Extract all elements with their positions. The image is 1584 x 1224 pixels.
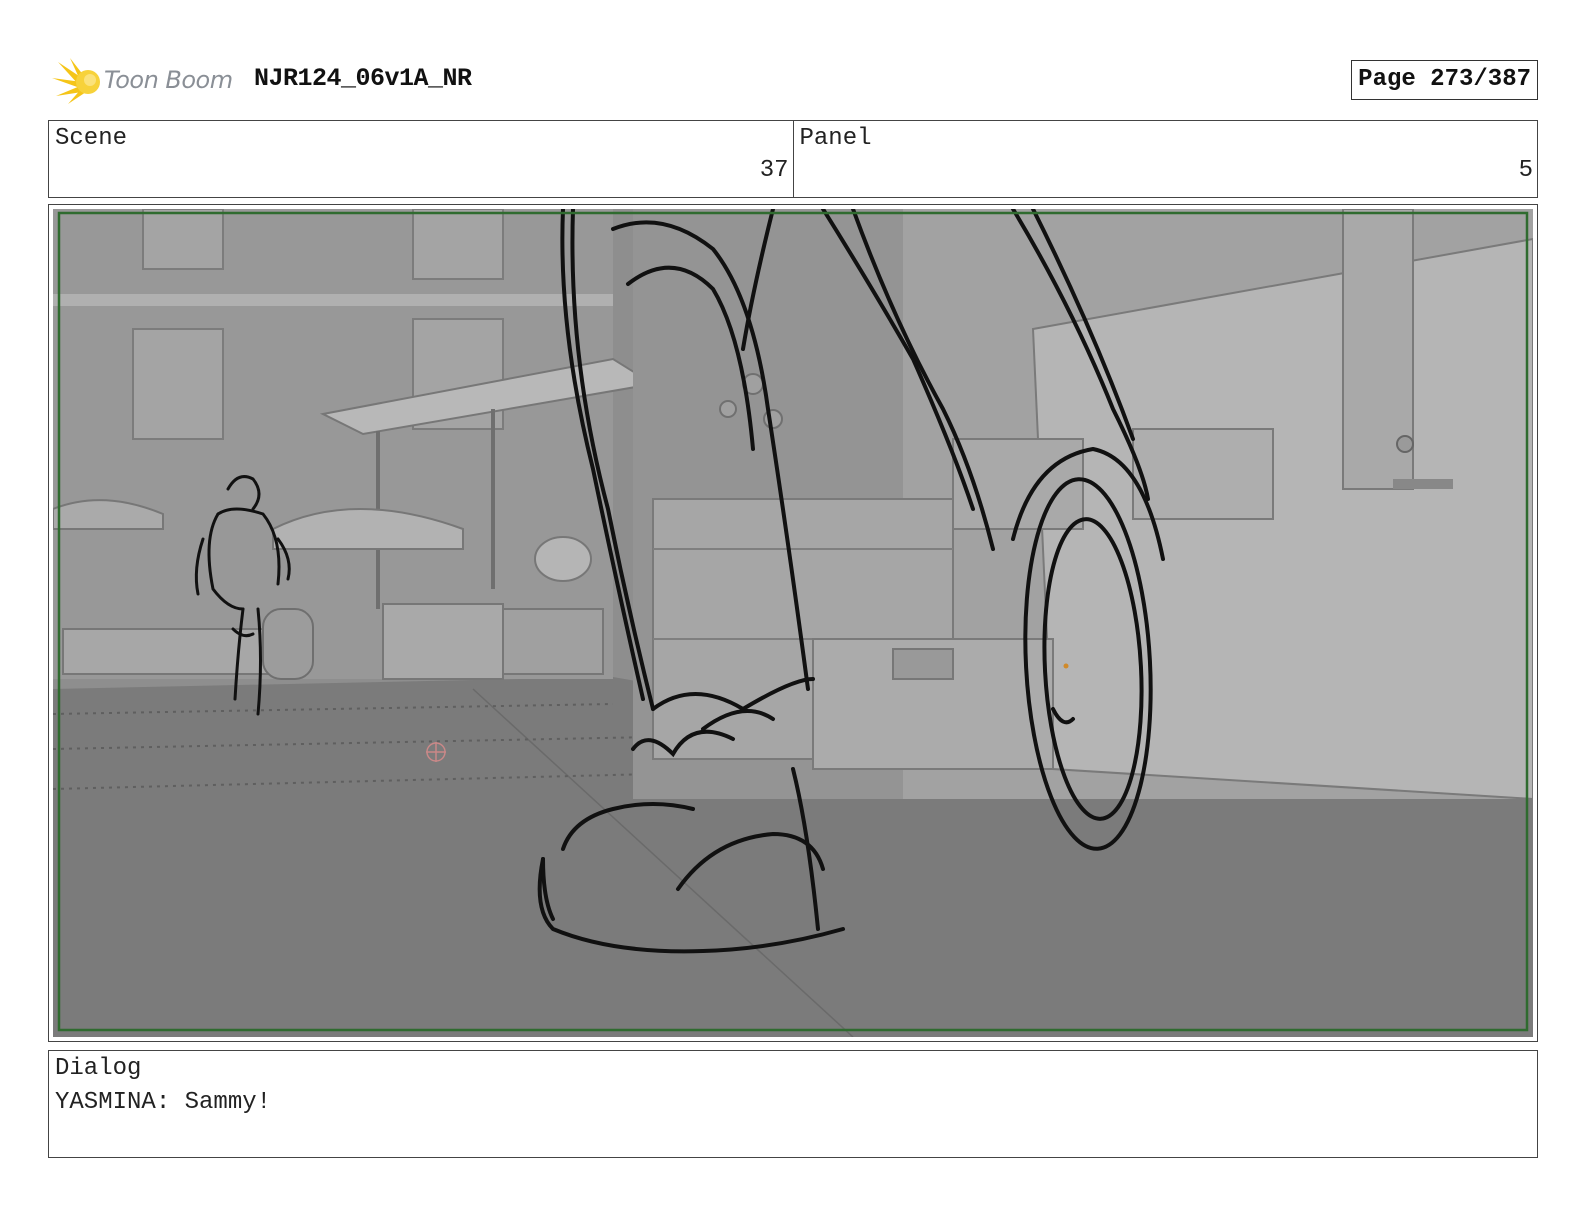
scene-label: Scene bbox=[55, 125, 128, 152]
document-title: NJR124_06v1A_NR bbox=[254, 64, 472, 93]
page-header: Toon Boom NJR124_06v1A_NR Page 273/387 bbox=[52, 56, 1538, 106]
toon-boom-logo: Toon Boom bbox=[52, 56, 242, 106]
page-number: Page 273/387 bbox=[1351, 60, 1538, 100]
panel-cell: Panel 5 bbox=[792, 121, 1538, 197]
scene-cell: Scene 37 bbox=[49, 121, 793, 197]
panel-label: Panel bbox=[799, 125, 872, 152]
right-buildings bbox=[633, 209, 1533, 801]
storyboard-drawing bbox=[53, 209, 1533, 1037]
dialog-label: Dialog bbox=[55, 1055, 142, 1082]
dialog-text: YASMINA: Sammy! bbox=[55, 1089, 272, 1116]
scene-number: 37 bbox=[759, 157, 789, 184]
storyboard-panel-frame bbox=[48, 204, 1538, 1042]
panel-number: 5 bbox=[1518, 157, 1533, 184]
starburst-icon bbox=[52, 58, 100, 104]
logo-text: Toon Boom bbox=[104, 66, 233, 94]
scene-panel-info: Scene 37 Panel 5 bbox=[48, 120, 1538, 198]
dialog-box: Dialog YASMINA: Sammy! bbox=[48, 1050, 1538, 1158]
